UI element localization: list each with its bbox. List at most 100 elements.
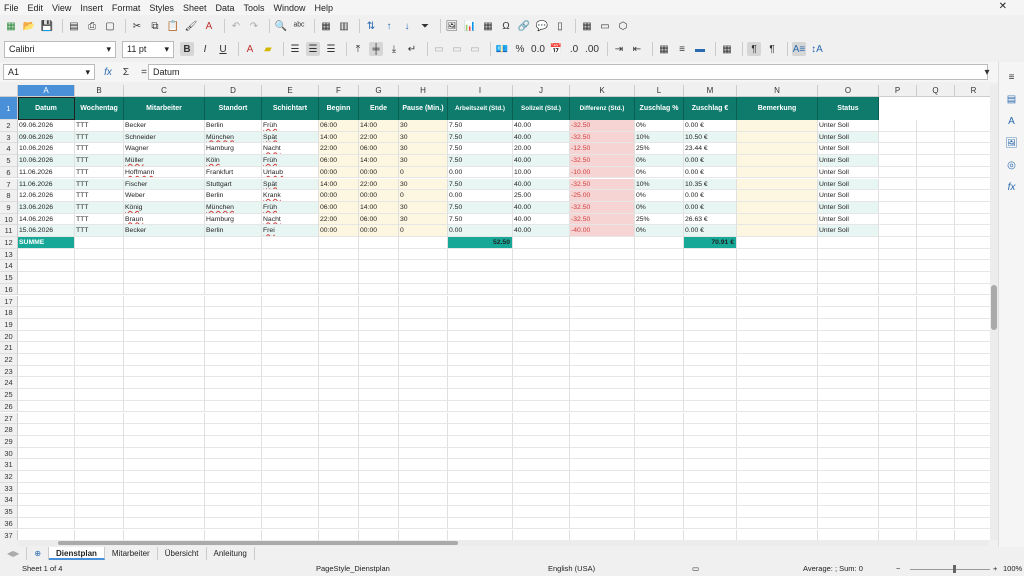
grid-cell[interactable]	[879, 237, 917, 249]
grid-cell[interactable]	[737, 494, 818, 507]
row-header[interactable]: 6	[0, 166, 18, 179]
align-bottom-icon[interactable]: ⤓	[387, 42, 401, 56]
grid-cell[interactable]	[879, 459, 917, 471]
grid-cell[interactable]	[737, 307, 818, 319]
grid-cell[interactable]	[635, 506, 684, 518]
grid-cell[interactable]	[18, 307, 75, 319]
grid-cell[interactable]	[917, 307, 955, 319]
data-cell[interactable]: 25.00	[513, 190, 570, 202]
data-cell[interactable]: 00:00	[319, 166, 359, 179]
grid-cell[interactable]	[955, 249, 990, 261]
grid-cell[interactable]	[818, 424, 879, 436]
grid-cell[interactable]	[879, 295, 917, 308]
grid-cell[interactable]	[917, 365, 955, 378]
grid-cell[interactable]	[684, 283, 737, 296]
underline-icon[interactable]: U	[216, 42, 230, 56]
special-character-icon[interactable]: Ω	[499, 19, 513, 33]
grid-cell[interactable]	[879, 131, 917, 144]
column-header-o[interactable]: O	[818, 85, 879, 97]
spelling-icon[interactable]: ᵃᵇᶜ	[292, 19, 306, 33]
grid-cell[interactable]	[570, 400, 635, 413]
grid-cell[interactable]	[448, 471, 513, 483]
grid-cell[interactable]	[879, 330, 917, 343]
row-header[interactable]: 19	[0, 318, 18, 331]
grid-cell[interactable]	[448, 318, 513, 331]
grid-cell[interactable]	[75, 529, 124, 540]
grid-cell[interactable]	[879, 225, 917, 237]
grid-cell[interactable]	[359, 237, 399, 249]
data-cell[interactable]: Früh	[262, 155, 319, 167]
grid-cell[interactable]	[570, 307, 635, 319]
grid-cell[interactable]	[917, 412, 955, 425]
grid-cell[interactable]	[818, 389, 879, 401]
grid-cell[interactable]	[448, 517, 513, 530]
grid-cell[interactable]	[75, 377, 124, 390]
grid-cell[interactable]	[124, 237, 205, 249]
vertical-scrollbar[interactable]	[990, 85, 998, 540]
freeze-panes-icon[interactable]: ▦	[580, 19, 594, 33]
data-cell[interactable]: Unter Soll	[818, 155, 879, 167]
grid-cell[interactable]	[635, 354, 684, 366]
data-cell[interactable]: 06:00	[359, 213, 399, 226]
menu-item-data[interactable]: Data	[215, 3, 234, 13]
grid-cell[interactable]	[917, 283, 955, 296]
data-cell[interactable]: Hamburg	[205, 143, 262, 156]
grid-cell[interactable]	[262, 342, 319, 354]
data-cell[interactable]: 10.06.2026	[18, 155, 75, 167]
merge-cells-icon[interactable]: ▭	[432, 42, 446, 56]
grid-cell[interactable]	[205, 283, 262, 296]
data-cell[interactable]: 20.00	[513, 143, 570, 156]
grid-cell[interactable]	[359, 342, 399, 354]
grid-cell[interactable]	[879, 412, 917, 425]
data-cell[interactable]: TTT	[75, 143, 124, 156]
grid-cell[interactable]	[917, 354, 955, 366]
grid-cell[interactable]	[818, 435, 879, 448]
grid-cell[interactable]	[18, 412, 75, 425]
data-cell[interactable]: Hoffmann	[124, 166, 205, 179]
grid-cell[interactable]	[917, 260, 955, 273]
grid-cell[interactable]	[737, 506, 818, 518]
data-cell[interactable]: 0	[399, 190, 448, 202]
grid-cell[interactable]	[818, 482, 879, 495]
data-cell[interactable]: 30	[399, 201, 448, 214]
grid-cell[interactable]	[684, 248, 737, 261]
grid-cell[interactable]	[205, 330, 262, 343]
zoom-out-icon[interactable]: −	[896, 564, 900, 573]
data-cell[interactable]: TTT	[75, 178, 124, 191]
grid-cell[interactable]	[319, 318, 359, 331]
zoom-level[interactable]: 100%	[1003, 564, 1022, 573]
grid-cell[interactable]	[737, 517, 818, 530]
grid-cell[interactable]	[684, 447, 737, 460]
grid-cell[interactable]	[955, 132, 990, 144]
grid-cell[interactable]	[359, 272, 399, 284]
data-cell[interactable]: 0%	[635, 190, 684, 202]
grid-cell[interactable]	[737, 389, 818, 401]
grid-cell[interactable]	[635, 283, 684, 296]
grid-cell[interactable]	[448, 400, 513, 413]
data-cell[interactable]: 25%	[635, 213, 684, 226]
grid-cell[interactable]	[955, 190, 990, 202]
grid-cell[interactable]	[262, 482, 319, 495]
grid-cell[interactable]	[205, 447, 262, 460]
grid-cell[interactable]	[205, 412, 262, 425]
grid-cell[interactable]	[205, 435, 262, 448]
grid-cell[interactable]	[319, 447, 359, 460]
left-to-right-icon[interactable]: ¶	[747, 42, 761, 56]
row-header[interactable]: 7	[0, 178, 18, 191]
grid-cell[interactable]	[955, 354, 990, 366]
grid-cell[interactable]	[399, 482, 448, 495]
zoom-slider[interactable]	[910, 569, 990, 570]
close-document-icon[interactable]: ✕	[999, 1, 1007, 12]
data-cell[interactable]: 22:00	[319, 213, 359, 226]
grid-cell[interactable]	[319, 377, 359, 390]
grid-cell[interactable]	[75, 272, 124, 284]
grid-cell[interactable]	[955, 471, 990, 483]
grid-cell[interactable]	[955, 424, 990, 436]
column-header-d[interactable]: D	[205, 85, 262, 97]
grid-cell[interactable]	[570, 237, 635, 249]
grid-cell[interactable]	[75, 400, 124, 413]
text-direction-horizontal-icon[interactable]: A≡	[792, 42, 806, 56]
column-header-p[interactable]: P	[879, 85, 917, 97]
grid-cell[interactable]	[75, 365, 124, 378]
grid-cell[interactable]	[448, 377, 513, 390]
